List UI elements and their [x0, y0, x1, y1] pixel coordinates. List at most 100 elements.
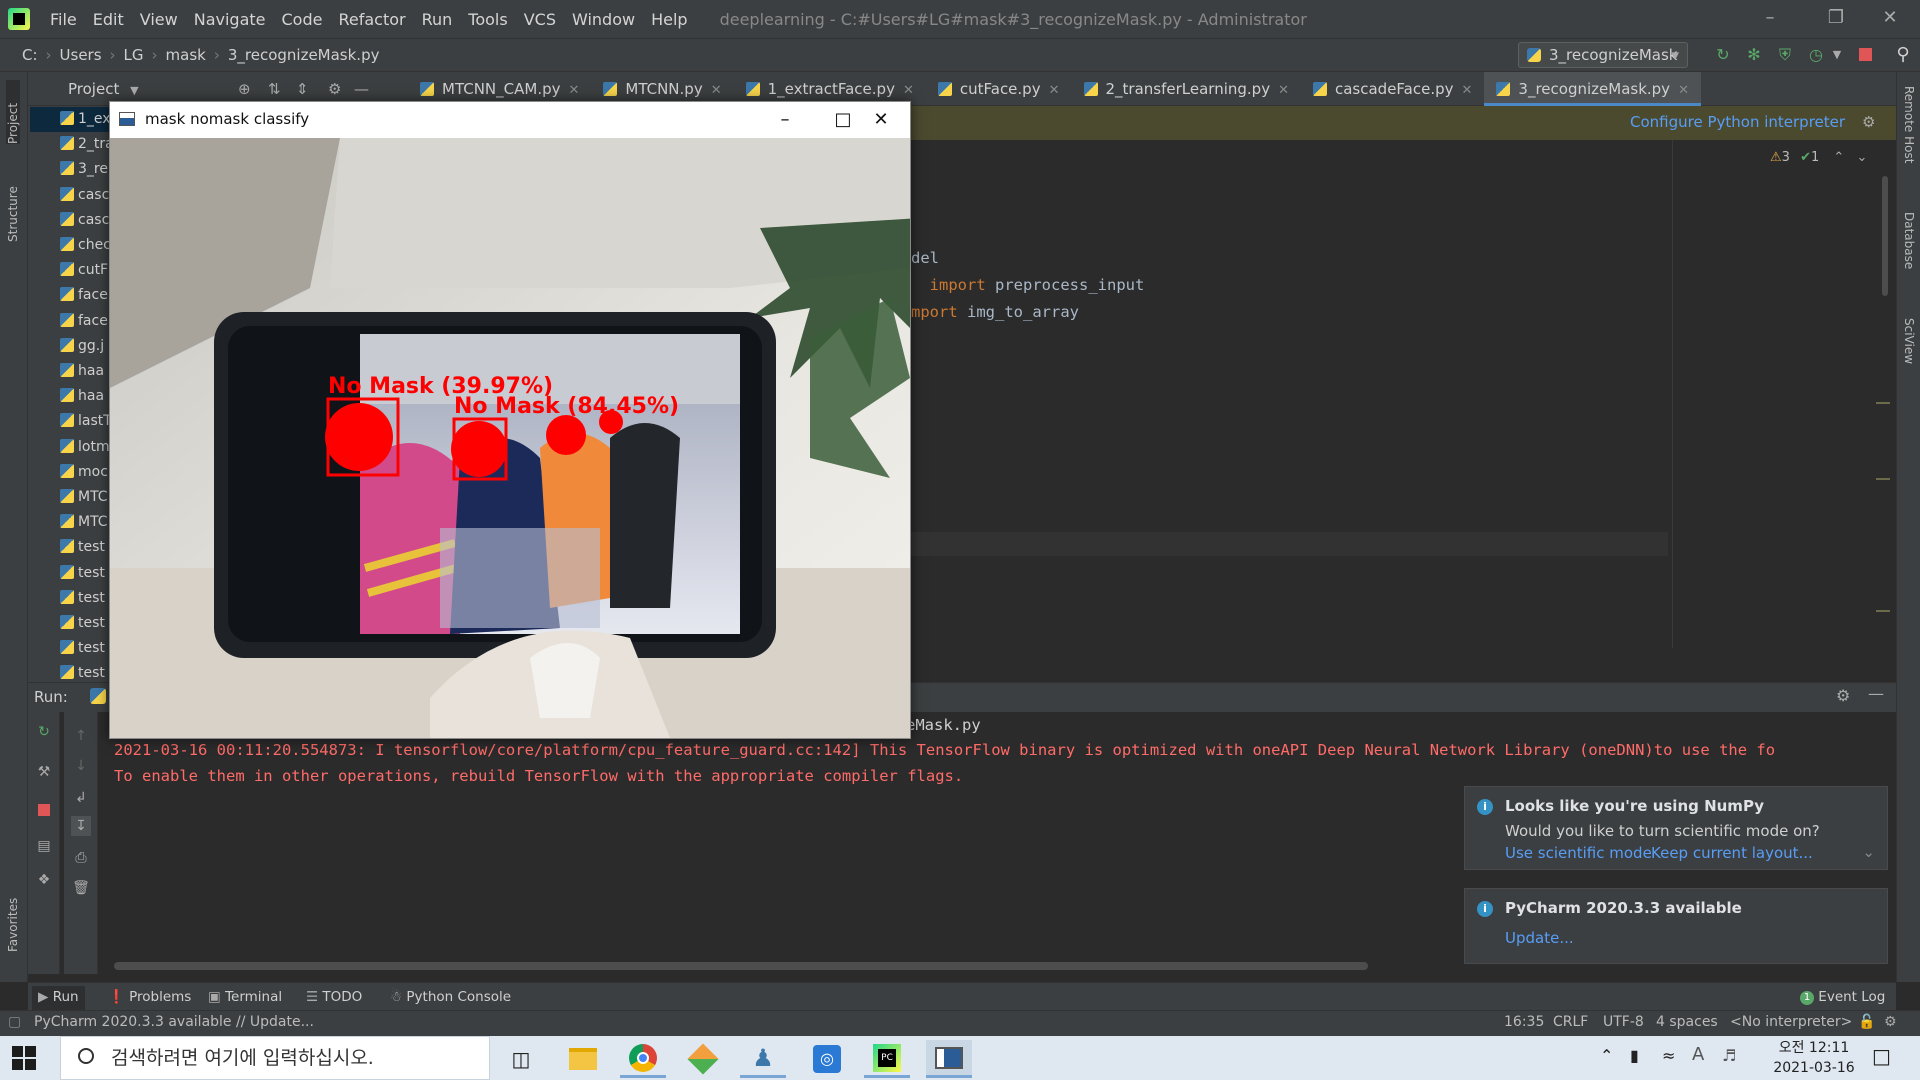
- python-run-tab-icon[interactable]: [90, 688, 106, 704]
- remote-host-tool-tab[interactable]: Remote Host: [1902, 86, 1916, 186]
- keep-layout-link[interactable]: Keep current layout...: [1651, 844, 1813, 862]
- coverage-icon[interactable]: ⛨: [1774, 44, 1796, 66]
- menu-file[interactable]: File: [42, 10, 85, 29]
- close-icon[interactable]: ✕: [852, 102, 910, 138]
- project-view-selector[interactable]: Project: [68, 80, 119, 98]
- console-horizontal-scrollbar[interactable]: [114, 962, 1368, 970]
- trash-icon[interactable]: 🗑: [71, 878, 91, 898]
- inspection-widget[interactable]: ⚠3 ✔1 ⌃ ⌄: [1770, 150, 1867, 165]
- menu-window[interactable]: Window: [564, 10, 643, 29]
- next-highlight-icon[interactable]: ⌄: [1856, 150, 1867, 165]
- tab-run[interactable]: ▶ Run: [32, 986, 85, 1010]
- scroll-to-end-icon[interactable]: ↧: [71, 816, 91, 836]
- more-run-options-icon[interactable]: ▼: [1826, 44, 1848, 66]
- wrench-icon[interactable]: ⚒: [34, 762, 54, 782]
- project-file-item[interactable]: test: [60, 535, 105, 560]
- project-file-item[interactable]: test: [60, 611, 105, 636]
- minimize-icon[interactable]: –: [756, 102, 814, 138]
- notification-center-icon[interactable]: □: [1872, 1044, 1891, 1068]
- gear-icon[interactable]: ⚙: [1836, 686, 1850, 705]
- tab-problems[interactable]: ❗ Problems: [108, 986, 191, 1008]
- breadcrumb-lg[interactable]: LG: [116, 46, 152, 64]
- menu-code[interactable]: Code: [274, 10, 331, 29]
- project-file-item[interactable]: face: [60, 309, 108, 334]
- structure-tool-tab[interactable]: Structure: [6, 164, 20, 242]
- layout-icon[interactable]: ▤: [34, 836, 54, 856]
- project-file-item[interactable]: haa: [60, 384, 104, 409]
- favorites-tool-tab[interactable]: Favorites: [6, 882, 20, 952]
- project-file-item[interactable]: lastT: [60, 409, 112, 434]
- close-tab-icon[interactable]: ✕: [1462, 83, 1473, 98]
- battery-icon[interactable]: ▮: [1630, 1046, 1639, 1065]
- chevron-down-icon[interactable]: ⌄: [1862, 843, 1875, 861]
- breadcrumb-drive[interactable]: C:: [14, 46, 46, 64]
- project-file-item[interactable]: lotm: [60, 435, 110, 460]
- project-tool-tab[interactable]: Project: [6, 80, 20, 144]
- lock-icon[interactable]: 🔓: [1858, 1014, 1875, 1030]
- breadcrumb-file[interactable]: 3_recognizeMask.py: [220, 46, 388, 64]
- file-encoding[interactable]: UTF-8: [1603, 1014, 1644, 1030]
- tab-python-console[interactable]: ☃ Python Console: [390, 986, 511, 1008]
- database-tool-tab[interactable]: Database: [1902, 212, 1916, 292]
- debug-icon[interactable]: ✻: [1743, 44, 1765, 66]
- project-file-item[interactable]: MTC: [60, 485, 108, 510]
- project-file-item[interactable]: test: [60, 561, 105, 586]
- sciview-tool-tab[interactable]: SciView: [1902, 318, 1916, 388]
- gear-icon[interactable]: ⚙: [1862, 113, 1875, 131]
- editor-scrollbar[interactable]: [1882, 176, 1888, 296]
- error-stripe-mark[interactable]: [1876, 610, 1890, 612]
- volume-icon[interactable]: ♬: [1722, 1046, 1736, 1065]
- project-file-item[interactable]: 3_re: [60, 157, 108, 182]
- project-file-item[interactable]: gg.j: [60, 334, 104, 359]
- taskbar-clock[interactable]: 오전 12:11 2021-03-16: [1764, 1038, 1864, 1078]
- rerun-icon[interactable]: ↻: [34, 722, 54, 742]
- error-stripe-mark[interactable]: [1876, 402, 1890, 404]
- input-method-icon[interactable]: A: [1692, 1044, 1704, 1065]
- close-tab-icon[interactable]: ✕: [1278, 83, 1289, 98]
- project-file-item[interactable]: chec: [60, 233, 111, 258]
- chevron-down-icon[interactable]: ▼: [130, 84, 138, 97]
- search-everywhere-icon[interactable]: ⚲: [1892, 44, 1914, 66]
- restore-icon[interactable]: ❐: [1806, 0, 1866, 38]
- interpreter-selector[interactable]: <No interpreter>: [1730, 1014, 1852, 1030]
- task-view-icon[interactable]: ◫: [498, 1040, 544, 1078]
- soft-wrap-icon[interactable]: ↲: [71, 788, 91, 808]
- use-scientific-mode-link[interactable]: Use scientific mode: [1505, 844, 1652, 862]
- pycharm-taskbar-icon[interactable]: PC: [864, 1040, 910, 1078]
- menu-help[interactable]: Help: [643, 10, 695, 29]
- error-stripe-mark[interactable]: [1876, 478, 1890, 480]
- tab-todo[interactable]: ☰ TODO: [306, 986, 362, 1008]
- close-icon[interactable]: ✕: [1860, 0, 1920, 38]
- menu-edit[interactable]: Edit: [85, 10, 132, 29]
- print-icon[interactable]: ⎙: [71, 848, 91, 868]
- editor-tab[interactable]: 3_recognizeMask.py ✕: [1484, 72, 1701, 106]
- pycharm-logo-icon[interactable]: [8, 8, 30, 30]
- arrow-down-icon[interactable]: ↓: [71, 756, 91, 776]
- file-explorer-icon[interactable]: [560, 1040, 606, 1078]
- editor-tab[interactable]: 2_transferLearning.py ✕: [1072, 72, 1301, 106]
- minimize-icon[interactable]: –: [1740, 0, 1800, 38]
- event-log-button[interactable]: 1 Event Log: [1800, 986, 1885, 1008]
- chrome-icon[interactable]: [620, 1040, 666, 1078]
- project-file-item[interactable]: moc: [60, 460, 108, 485]
- app-blue-icon[interactable]: ◎: [804, 1040, 850, 1078]
- project-file-item[interactable]: cutF: [60, 258, 108, 283]
- arrow-up-icon[interactable]: ↑: [71, 726, 91, 746]
- project-file-item[interactable]: haa: [60, 359, 104, 384]
- pin-icon[interactable]: ❖: [34, 870, 54, 890]
- profile-icon[interactable]: ◷: [1805, 44, 1827, 66]
- rerun-icon[interactable]: ↻: [1712, 44, 1734, 66]
- configure-interpreter-link[interactable]: Configure Python interpreter: [1630, 113, 1845, 131]
- project-file-item[interactable]: 2_tra: [60, 132, 114, 157]
- update-link[interactable]: Update...: [1505, 929, 1574, 947]
- menu-refactor[interactable]: Refactor: [330, 10, 413, 29]
- close-tab-icon[interactable]: ✕: [1678, 83, 1689, 98]
- project-file-item[interactable]: casc: [60, 208, 109, 233]
- tab-terminal[interactable]: ▣ Terminal: [208, 986, 282, 1008]
- camera-window-titlebar[interactable]: mask nomask classify – □ ✕: [110, 102, 910, 138]
- python-idle-icon[interactable]: ♟: [740, 1040, 786, 1078]
- status-message[interactable]: PyCharm 2020.3.3 available // Update...: [34, 1014, 314, 1030]
- menu-view[interactable]: View: [132, 10, 186, 29]
- code-editor[interactable]: [908, 140, 1896, 680]
- breadcrumb-users[interactable]: Users: [52, 46, 110, 64]
